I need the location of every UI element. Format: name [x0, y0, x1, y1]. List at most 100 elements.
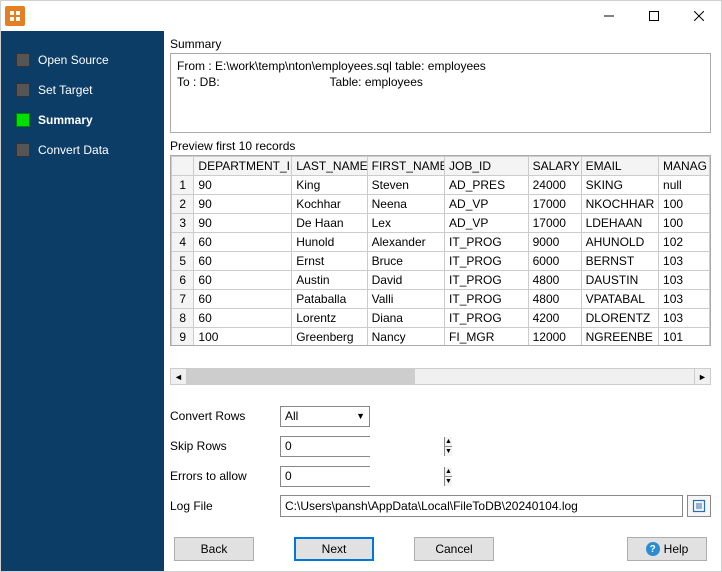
table-cell[interactable]: Valli: [367, 290, 444, 309]
spin-down-icon[interactable]: ▼: [445, 447, 452, 456]
column-header[interactable]: MANAG: [659, 157, 710, 176]
table-row[interactable]: 390De HaanLexAD_VP17000LDEHAAN100: [172, 214, 710, 233]
table-cell[interactable]: Steven: [367, 176, 444, 195]
table-cell[interactable]: NGREENBE: [581, 328, 658, 346]
table-cell[interactable]: Lorentz: [292, 309, 367, 328]
column-header[interactable]: SALARY: [528, 157, 581, 176]
table-cell[interactable]: IT_PROG: [445, 233, 529, 252]
table-cell[interactable]: Austin: [292, 271, 367, 290]
table-cell[interactable]: 100: [659, 214, 710, 233]
skip-rows-input[interactable]: [281, 437, 444, 456]
wizard-step-convert-data[interactable]: Convert Data: [1, 135, 164, 165]
table-cell[interactable]: 60: [194, 290, 292, 309]
table-cell[interactable]: Bruce: [367, 252, 444, 271]
spin-up-icon[interactable]: ▲: [445, 467, 452, 477]
column-header[interactable]: EMAIL: [581, 157, 658, 176]
table-cell[interactable]: IT_PROG: [445, 309, 529, 328]
table-row[interactable]: 760PataballaValliIT_PROG4800VPATABAL103: [172, 290, 710, 309]
table-row[interactable]: 290KochharNeenaAD_VP17000NKOCHHAR100: [172, 195, 710, 214]
wizard-step-set-target[interactable]: Set Target: [1, 75, 164, 105]
wizard-step-open-source[interactable]: Open Source: [1, 45, 164, 75]
table-cell[interactable]: BERNST: [581, 252, 658, 271]
table-row[interactable]: 660AustinDavidIT_PROG4800DAUSTIN103: [172, 271, 710, 290]
table-cell[interactable]: 60: [194, 233, 292, 252]
table-cell[interactable]: 9000: [528, 233, 581, 252]
table-cell[interactable]: Neena: [367, 195, 444, 214]
spin-up-icon[interactable]: ▲: [445, 437, 452, 447]
browse-log-button[interactable]: [687, 495, 711, 517]
table-cell[interactable]: IT_PROG: [445, 271, 529, 290]
table-cell[interactable]: 4800: [528, 290, 581, 309]
table-cell[interactable]: 103: [659, 252, 710, 271]
close-button[interactable]: [676, 2, 721, 31]
wizard-step-summary[interactable]: Summary: [1, 105, 164, 135]
table-cell[interactable]: 90: [194, 176, 292, 195]
spin-down-icon[interactable]: ▼: [445, 477, 452, 486]
table-cell[interactable]: FI_MGR: [445, 328, 529, 346]
table-cell[interactable]: Alexander: [367, 233, 444, 252]
table-cell[interactable]: 4800: [528, 271, 581, 290]
table-cell[interactable]: Diana: [367, 309, 444, 328]
table-cell[interactable]: 103: [659, 309, 710, 328]
horizontal-scrollbar[interactable]: ◄ ►: [170, 368, 711, 385]
table-cell[interactable]: 6000: [528, 252, 581, 271]
table-cell[interactable]: 17000: [528, 195, 581, 214]
table-cell[interactable]: null: [659, 176, 710, 195]
table-cell[interactable]: King: [292, 176, 367, 195]
table-cell[interactable]: AD_PRES: [445, 176, 529, 195]
table-cell[interactable]: 101: [659, 328, 710, 346]
table-row[interactable]: 9100GreenbergNancyFI_MGR12000NGREENBE101: [172, 328, 710, 346]
table-cell[interactable]: David: [367, 271, 444, 290]
table-cell[interactable]: 4200: [528, 309, 581, 328]
column-header[interactable]: JOB_ID: [445, 157, 529, 176]
table-cell[interactable]: LDEHAAN: [581, 214, 658, 233]
back-button[interactable]: Back: [174, 537, 254, 561]
table-cell[interactable]: Greenberg: [292, 328, 367, 346]
table-cell[interactable]: 90: [194, 214, 292, 233]
table-cell[interactable]: Pataballa: [292, 290, 367, 309]
table-cell[interactable]: NKOCHHAR: [581, 195, 658, 214]
table-cell[interactable]: IT_PROG: [445, 290, 529, 309]
table-cell[interactable]: Lex: [367, 214, 444, 233]
column-header[interactable]: DEPARTMENT_ID: [194, 157, 292, 176]
next-button[interactable]: Next: [294, 537, 374, 561]
scroll-thumb[interactable]: [187, 369, 415, 384]
table-cell[interactable]: Hunold: [292, 233, 367, 252]
table-row[interactable]: 560ErnstBruceIT_PROG6000BERNST103: [172, 252, 710, 271]
table-cell[interactable]: 60: [194, 252, 292, 271]
table-cell[interactable]: 102: [659, 233, 710, 252]
table-cell[interactable]: 90: [194, 195, 292, 214]
minimize-button[interactable]: [586, 2, 631, 31]
column-header[interactable]: LAST_NAME: [292, 157, 367, 176]
table-cell[interactable]: 24000: [528, 176, 581, 195]
table-row[interactable]: 460HunoldAlexanderIT_PROG9000AHUNOLD102: [172, 233, 710, 252]
table-cell[interactable]: Ernst: [292, 252, 367, 271]
table-cell[interactable]: 60: [194, 309, 292, 328]
table-cell[interactable]: DAUSTIN: [581, 271, 658, 290]
table-row[interactable]: 860LorentzDianaIT_PROG4200DLORENTZ103: [172, 309, 710, 328]
table-cell[interactable]: AD_VP: [445, 195, 529, 214]
table-row[interactable]: 190KingStevenAD_PRES24000SKINGnull: [172, 176, 710, 195]
table-cell[interactable]: 103: [659, 290, 710, 309]
errors-input[interactable]: [281, 467, 444, 486]
table-cell[interactable]: IT_PROG: [445, 252, 529, 271]
table-cell[interactable]: AD_VP: [445, 214, 529, 233]
log-file-input[interactable]: [280, 495, 683, 517]
table-cell[interactable]: 60: [194, 271, 292, 290]
table-cell[interactable]: SKING: [581, 176, 658, 195]
cancel-button[interactable]: Cancel: [414, 537, 494, 561]
column-header[interactable]: FIRST_NAME: [367, 157, 444, 176]
scroll-right-icon[interactable]: ►: [694, 368, 711, 385]
scroll-left-icon[interactable]: ◄: [170, 368, 187, 385]
table-cell[interactable]: DLORENTZ: [581, 309, 658, 328]
table-cell[interactable]: 12000: [528, 328, 581, 346]
help-button[interactable]: ? Help: [627, 537, 707, 561]
table-cell[interactable]: 17000: [528, 214, 581, 233]
table-cell[interactable]: VPATABAL: [581, 290, 658, 309]
table-cell[interactable]: Kochhar: [292, 195, 367, 214]
table-cell[interactable]: AHUNOLD: [581, 233, 658, 252]
table-cell[interactable]: 100: [194, 328, 292, 346]
convert-rows-select[interactable]: All ▼: [280, 406, 370, 427]
table-cell[interactable]: Nancy: [367, 328, 444, 346]
table-cell[interactable]: De Haan: [292, 214, 367, 233]
